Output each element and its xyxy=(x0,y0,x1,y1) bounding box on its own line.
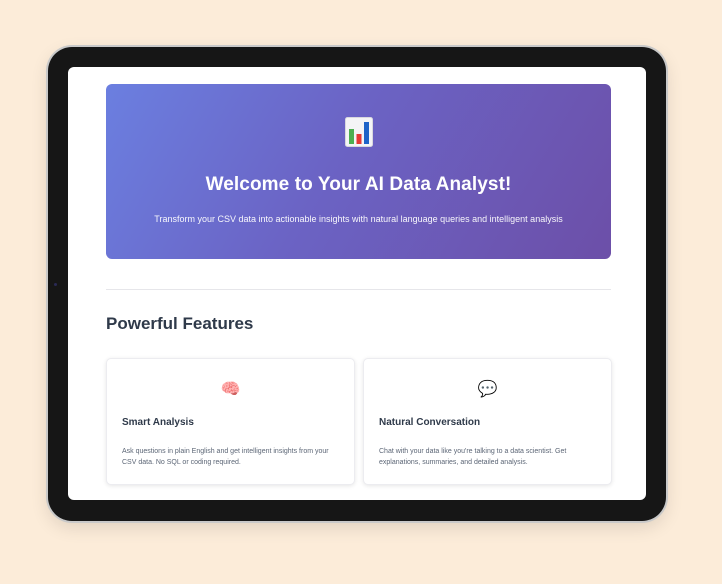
speech-bubble-icon: 💬 xyxy=(477,381,498,398)
welcome-title: Welcome to Your AI Data Analyst! xyxy=(205,174,512,195)
app-screen: Welcome to Your AI Data Analyst! Transfo… xyxy=(68,67,646,500)
tablet-frame: Welcome to Your AI Data Analyst! Transfo… xyxy=(48,47,666,521)
welcome-banner: Welcome to Your AI Data Analyst! Transfo… xyxy=(106,84,611,259)
bar-chart-icon xyxy=(345,117,373,147)
feature-card-natural-conversation: 💬 Natural Conversation Chat with your da… xyxy=(363,358,612,485)
page-background: Welcome to Your AI Data Analyst! Transfo… xyxy=(0,0,722,584)
feature-card-description: Chat with your data like you're talking … xyxy=(379,448,567,466)
feature-card-smart-analysis: 🧠 Smart Analysis Ask questions in plain … xyxy=(106,358,355,485)
tablet-camera-dot xyxy=(54,283,57,286)
features-heading: Powerful Features xyxy=(106,314,254,333)
brain-icon: 🧠 xyxy=(220,381,241,398)
section-divider xyxy=(106,289,611,290)
feature-card-description: Ask questions in plain English and get i… xyxy=(122,448,329,466)
feature-card-title: Smart Analysis xyxy=(122,417,194,428)
welcome-subtitle: Transform your CSV data into actionable … xyxy=(154,214,563,224)
feature-card-title: Natural Conversation xyxy=(379,417,481,428)
